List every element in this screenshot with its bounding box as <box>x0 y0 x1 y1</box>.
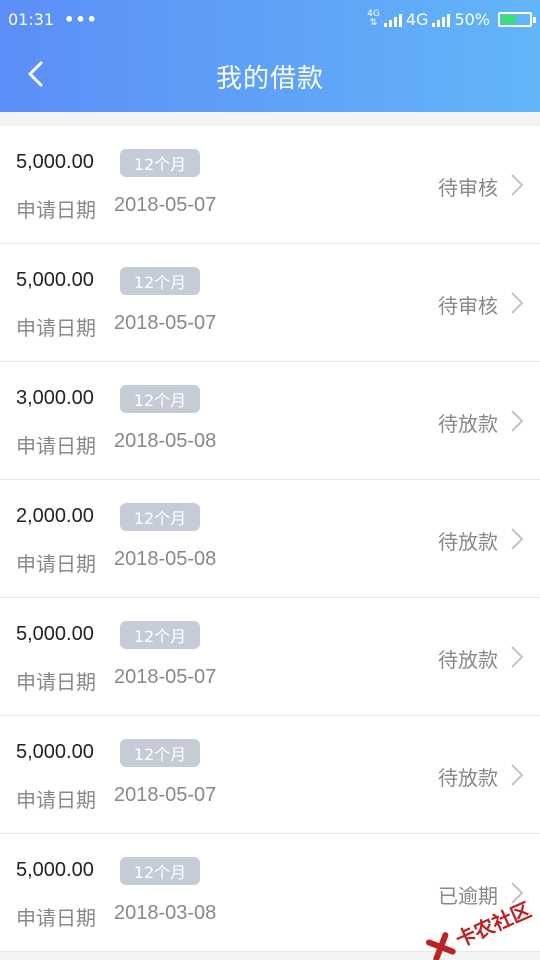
loan-row[interactable]: 2,000.00 12个月 申请日期 2018-05-08 待放款 <box>0 480 540 598</box>
loan-amount: 2,000.00 <box>16 505 94 527</box>
chevron-right-icon <box>511 174 524 196</box>
chevron-right-icon <box>511 410 524 432</box>
battery-icon <box>498 11 536 27</box>
chevron-right-icon <box>511 528 524 550</box>
term-badge: 12个月 <box>120 149 200 177</box>
date-value: 2018-05-07 <box>114 784 217 806</box>
date-label: 申请日期 <box>16 906 96 930</box>
term-badge: 12个月 <box>120 621 200 649</box>
loan-row[interactable]: 3,000.00 12个月 申请日期 2018-05-08 待放款 <box>0 362 540 480</box>
date-value: 2018-05-07 <box>114 312 217 334</box>
date-value: 2018-05-07 <box>114 666 217 688</box>
term-badge: 12个月 <box>120 739 200 767</box>
loan-amount: 5,000.00 <box>16 269 94 291</box>
battery-label: 50% <box>454 9 490 29</box>
term-badge: 12个月 <box>120 503 200 531</box>
loan-amount: 5,000.00 <box>16 151 94 173</box>
chevron-right-icon <box>511 292 524 314</box>
loan-amount: 3,000.00 <box>16 387 94 409</box>
loan-status: 已逾期 <box>438 884 498 908</box>
status-time: 01:31 <box>8 9 55 29</box>
signal-icon-2 <box>432 11 451 27</box>
date-label: 申请日期 <box>16 316 96 340</box>
term-badge: 12个月 <box>120 385 200 413</box>
date-label: 申请日期 <box>16 434 96 458</box>
loan-list: 5,000.00 12个月 申请日期 2018-05-07 待审核 5,000.… <box>0 126 540 952</box>
chevron-right-icon <box>511 646 524 668</box>
loan-amount: 5,000.00 <box>16 623 94 645</box>
status-right: 4G ⇅ 4G 50% <box>367 9 536 29</box>
term-badge: 12个月 <box>120 857 200 885</box>
date-value: 2018-05-08 <box>114 548 217 570</box>
loan-status: 待放款 <box>438 766 498 790</box>
loan-status: 待放款 <box>438 412 498 436</box>
term-badge: 12个月 <box>120 267 200 295</box>
loan-status: 待放款 <box>438 648 498 672</box>
status-left: 01:31 ••• <box>8 10 98 29</box>
status-bar: 01:31 ••• 4G ⇅ 4G 50% <box>0 0 540 38</box>
date-value: 2018-05-07 <box>114 194 217 216</box>
loan-amount: 5,000.00 <box>16 859 94 881</box>
page-title: 我的借款 <box>215 64 324 94</box>
battery-tip <box>533 16 536 23</box>
loan-amount: 5,000.00 <box>16 741 94 763</box>
app-header: 01:31 ••• 4G ⇅ 4G 50% 我的借款 <box>0 0 540 112</box>
small-network-indicator: 4G ⇅ <box>367 10 380 28</box>
loan-status: 待审核 <box>438 294 498 318</box>
loan-status: 待放款 <box>438 530 498 554</box>
date-label: 申请日期 <box>16 552 96 576</box>
loan-status: 待审核 <box>438 176 498 200</box>
loan-row[interactable]: 5,000.00 12个月 申请日期 2018-05-07 待放款 <box>0 716 540 834</box>
date-value: 2018-03-08 <box>114 902 217 924</box>
loan-row[interactable]: 5,000.00 12个月 申请日期 2018-05-07 待审核 <box>0 126 540 244</box>
notification-dots: ••• <box>64 9 98 29</box>
date-value: 2018-05-08 <box>114 430 217 452</box>
signal-icon-1 <box>383 11 402 27</box>
date-label: 申请日期 <box>16 670 96 694</box>
nav-bar: 我的借款 <box>0 38 540 112</box>
data-arrows-icon: ⇅ <box>369 18 378 28</box>
date-label: 申请日期 <box>16 198 96 222</box>
loan-row[interactable]: 5,000.00 12个月 申请日期 2018-05-07 待放款 <box>0 598 540 716</box>
network-label: 4G <box>405 9 429 29</box>
chevron-right-icon <box>511 764 524 786</box>
loan-row[interactable]: 5,000.00 12个月 申请日期 2018-05-07 待审核 <box>0 244 540 362</box>
date-label: 申请日期 <box>16 788 96 812</box>
battery-fill <box>501 14 516 24</box>
